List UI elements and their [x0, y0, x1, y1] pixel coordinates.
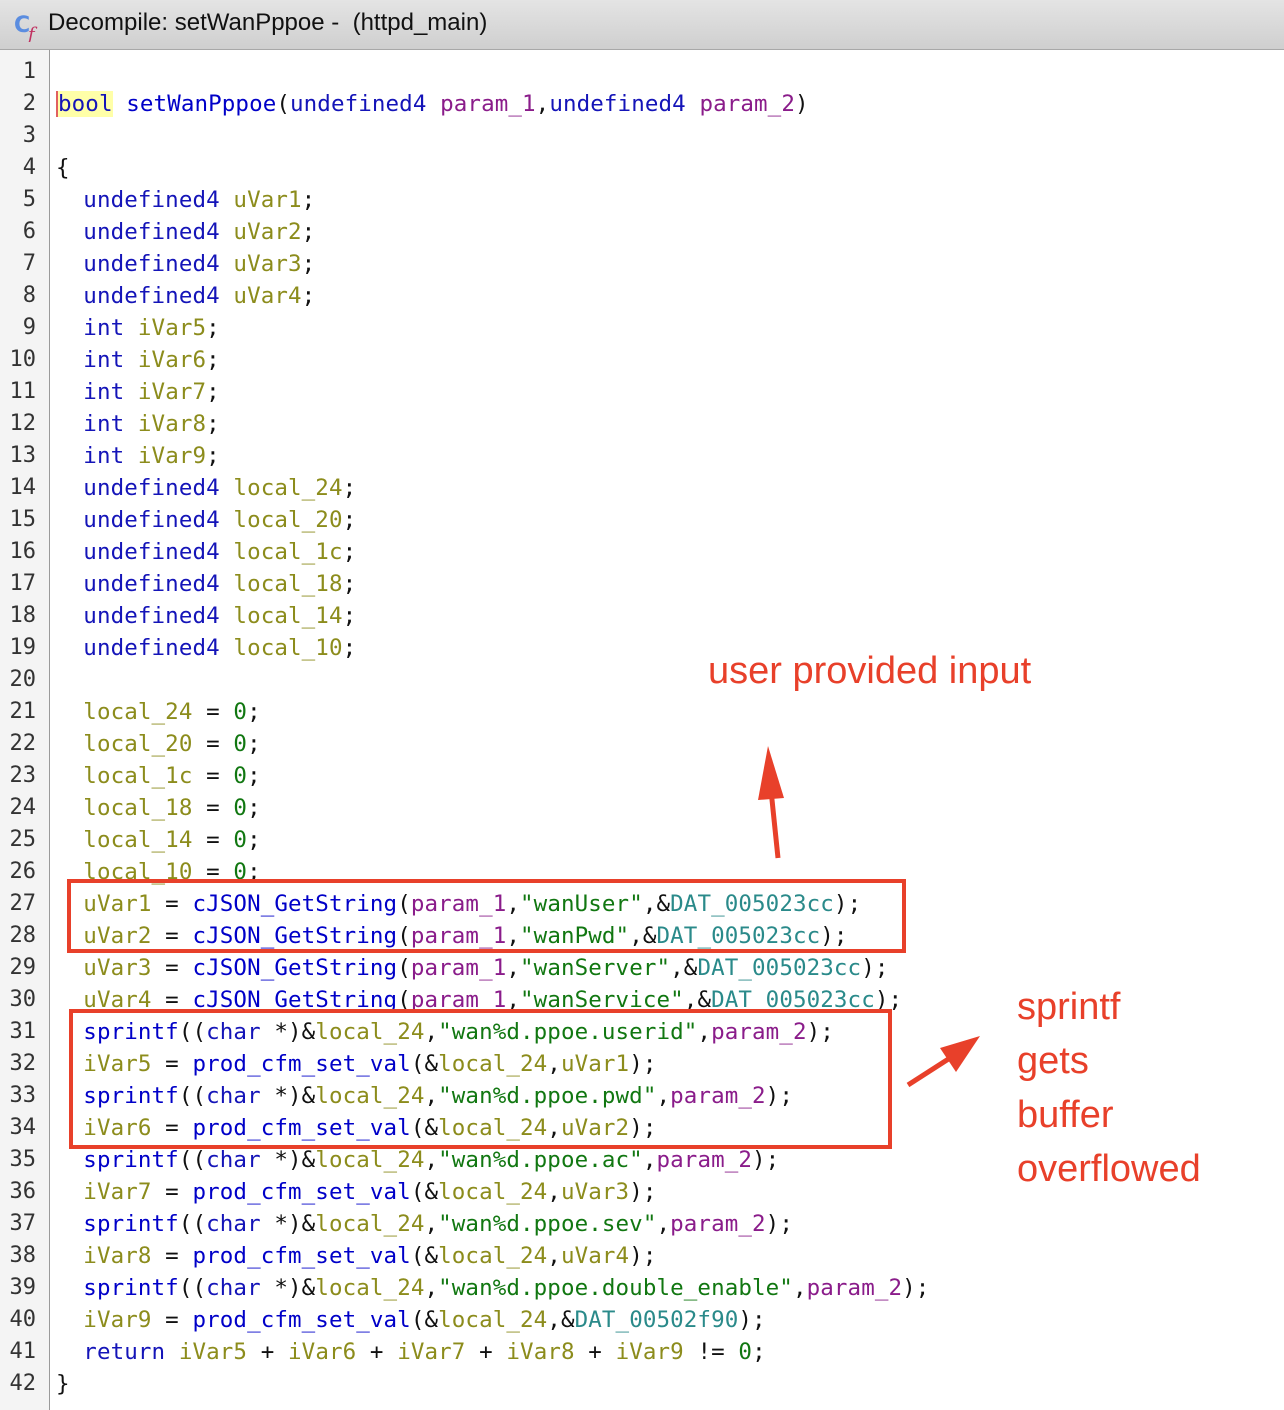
- annotation-arrows: [758, 746, 980, 1088]
- arrow-up-icon: [758, 746, 784, 859]
- arrow-right-icon: [906, 1036, 980, 1088]
